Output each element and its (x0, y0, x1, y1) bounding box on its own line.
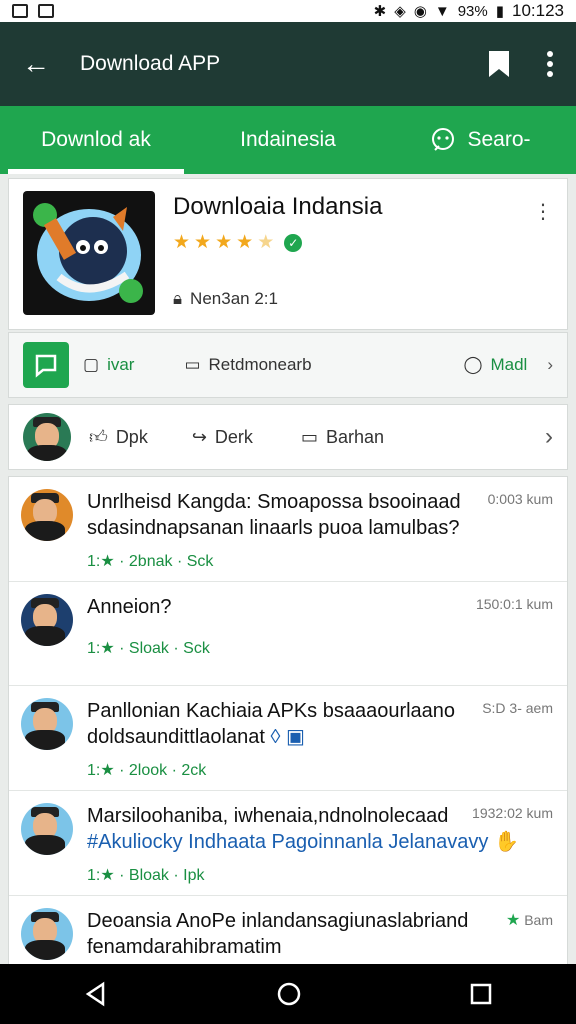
battery-text: 93% (457, 2, 488, 20)
avatar[interactable] (21, 698, 73, 750)
comment-meta: 1:★ · Sloak · Sck (87, 640, 210, 657)
bluetooth-icon: ✱ (373, 3, 387, 20)
gallery-icon (12, 4, 28, 18)
list-item[interactable]: Panllonian Kachiaia APKs bsaaaourlaano d… (9, 686, 567, 791)
rating-stars: ★ ★ ★ ★ ★ ✓ (173, 231, 553, 254)
recommend-label: Retdmonearb (208, 355, 312, 374)
avatar[interactable] (21, 803, 73, 855)
timestamp: 0:003 kum (487, 491, 553, 507)
tab-search[interactable]: Searo- (384, 106, 576, 174)
hashtag-text[interactable]: #Akuliocky Indhaata Pagoinnanla Jelanava… (87, 831, 488, 853)
timestamp-text: Bam (524, 912, 553, 928)
list-item[interactable]: Anneion? 1:★ · Sloak · Sck 150:0:1 kum (9, 582, 567, 686)
star-icon: ★ (194, 232, 212, 253)
timestamp: 150:0:1 kum (475, 596, 553, 612)
version-text: Nen3an 2:1 (190, 289, 278, 308)
battery-icon: ▮ (495, 3, 504, 20)
star-icon: ★ (215, 232, 233, 253)
madl-label: Madl (490, 355, 528, 374)
status-bar: ✱ ◈ ◉ ▼ 93% ▮ 10:123 (0, 0, 576, 22)
chat-app-button[interactable] (23, 342, 69, 388)
recommend-button[interactable]: ▭ Retdmonearb (184, 355, 311, 375)
social-row: 👍︎ Dpk ↪ Derk ▭ Barhan › (8, 404, 568, 470)
list-item[interactable]: Deoansia AnoPe inlandansagiunaslabriand … (9, 896, 567, 965)
sync-icon: ◉ (413, 3, 427, 20)
comment-meta: 1:★ · 2bnak · Sck (87, 553, 214, 570)
comment-text: Marsiloohaniba, iwhenaia,ndnolnolecaad #… (87, 803, 535, 855)
message-icon: ▭ (184, 355, 201, 374)
tab-bar: Downlod ak Indainesia Searo- (0, 106, 576, 174)
app-logo (23, 191, 155, 315)
back-arrow-icon[interactable]: ← (22, 48, 50, 80)
timestamp: 1932:02 kum (472, 805, 553, 821)
comment-icon: ▭ (300, 426, 318, 447)
app-card[interactable]: Downloaia Indansia ★ ★ ★ ★ ★ ✓ 🔒︎ Nen3an… (8, 178, 568, 330)
verified-icon: ✓ (284, 233, 303, 252)
comment-text: Unrlheisd Kangda: Smoapossa bsooinaad sd… (87, 491, 461, 539)
star-half-icon: ★ (257, 232, 275, 253)
camera-icon: ▣ (285, 726, 305, 748)
location-icon: ◊ (270, 726, 281, 748)
comment-meta: 1:★ · 2look · 2ck (87, 762, 207, 779)
comment-text: Panllonian Kachiaia APKs bsaaaourlaano d… (87, 698, 475, 750)
action-row: ▢ ivar ▭ Retdmonearb ◯ Madl › (8, 332, 568, 398)
recents-square-icon[interactable] (469, 982, 493, 1006)
list-item[interactable]: Unrlheisd Kangda: Smoapossa bsooinaad sd… (9, 477, 567, 582)
list-item[interactable]: Marsiloohaniba, iwhenaia,ndnolnolecaad #… (9, 791, 567, 896)
image-icon (38, 4, 54, 18)
comment-label: Barhan (325, 426, 384, 447)
tab-download[interactable]: Downlod ak (0, 106, 192, 174)
review-label: ivar (107, 355, 135, 374)
timestamp: ★ Bam (506, 910, 553, 930)
app-bar: ← Download APP (0, 22, 576, 106)
clock: 10:123 (512, 1, 564, 20)
avatar[interactable] (23, 413, 71, 461)
wifi-icon: ▼ (434, 2, 450, 20)
bookmark-icon[interactable] (486, 49, 512, 79)
tab-label: Indainesia (240, 128, 336, 151)
star-icon: ★ (173, 232, 191, 253)
comment-text: Deoansia AnoPe inlandansagiunaslabriand … (87, 910, 469, 958)
chevron-right-icon: › (547, 355, 553, 374)
madl-button[interactable]: ◯ Madl › (463, 355, 553, 375)
avatar[interactable] (21, 908, 73, 960)
avatar[interactable] (21, 594, 73, 646)
share-label: Derk (214, 426, 253, 447)
chat-face-icon (432, 128, 455, 151)
more-vert-icon[interactable]: ⋮ (533, 199, 553, 224)
more-vert-icon[interactable] (546, 51, 554, 77)
chevron-right-icon[interactable]: › (545, 423, 553, 451)
like-button[interactable]: 👍︎ Dpk (89, 426, 148, 448)
comment-meta: 1:★ · Bloak · Ipk (87, 867, 205, 884)
comment-button[interactable]: ▭ Barhan (301, 427, 384, 448)
app-name: Downloaia Indansia (173, 193, 383, 220)
share-button[interactable]: ↪ Derk (192, 427, 253, 448)
like-label: Dpk (115, 426, 148, 447)
page-title: Download APP (80, 52, 221, 75)
comment-text: Anneion? (87, 596, 172, 618)
avatar[interactable] (21, 489, 73, 541)
lock-icon: 🔒︎ (173, 289, 183, 308)
tab-indonesia[interactable]: Indainesia (192, 106, 384, 174)
clap-icon: ✋ (493, 831, 519, 853)
chat-bubble-icon (35, 354, 57, 378)
thumbs-up-icon: 👍︎ (89, 427, 108, 447)
star-icon: ★ (505, 912, 521, 929)
star-icon: ★ (236, 232, 254, 253)
tab-label: Downlod ak (41, 128, 151, 151)
comment-text-main: Marsiloohaniba, iwhenaia,ndnolnolecaad (87, 805, 449, 827)
shield-icon: ◈ (394, 3, 406, 20)
timestamp: S:D 3- aem (482, 700, 553, 716)
back-triangle-icon[interactable] (83, 981, 109, 1007)
version-row: 🔒︎ Nen3an 2:1 (173, 289, 278, 309)
home-circle-icon[interactable] (276, 981, 302, 1007)
square-icon: ▢ (83, 355, 100, 374)
share-icon: ↪ (191, 426, 207, 447)
review-button[interactable]: ▢ ivar (83, 355, 134, 375)
tab-label: Searo- (467, 128, 531, 151)
timer-icon: ◯ (463, 355, 483, 374)
system-nav-bar (0, 964, 576, 1024)
comment-feed: Unrlheisd Kangda: Smoapossa bsooinaad sd… (8, 476, 568, 966)
